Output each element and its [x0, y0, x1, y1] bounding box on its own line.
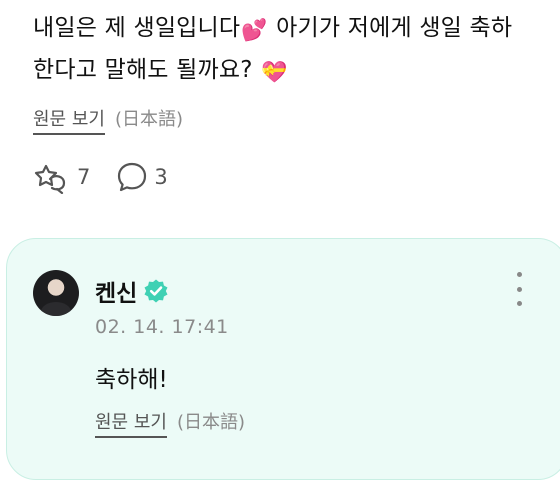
more-dot-icon	[516, 272, 522, 277]
reply-original-language-label: (日本語)	[176, 412, 246, 433]
original-language-label: (日本語)	[114, 109, 184, 130]
avatar[interactable]	[33, 270, 79, 316]
reply-original-row: 원문 보기 (日本語)	[95, 408, 246, 438]
post-text: 내일은 제 생일입니다💕 아기가 저에게 생일 축하한다고 말해도 될까요? 💝	[33, 8, 533, 92]
view-original-link[interactable]: 원문 보기	[33, 105, 105, 135]
reply-view-original-link[interactable]: 원문 보기	[95, 408, 167, 438]
post-original-row: 원문 보기 (日本語)	[33, 105, 184, 135]
reaction-add-icon	[34, 164, 66, 194]
more-dot-icon	[516, 286, 522, 292]
reaction-button[interactable]: 7	[33, 160, 90, 194]
comment-bubble-icon	[118, 162, 147, 192]
reply-text: 축하해!	[95, 367, 168, 393]
reply-card	[6, 238, 560, 480]
post-actions: 7 3	[33, 160, 168, 194]
more-dot-icon	[516, 301, 522, 306]
reply-timestamp: 02. 14. 17:41	[95, 316, 229, 338]
comment-button[interactable]: 3	[116, 161, 168, 193]
gift-heart-emoji: 💝	[261, 60, 288, 84]
author-name[interactable]: 켄신	[95, 274, 137, 308]
reaction-count: 7	[77, 165, 91, 189]
more-options-button[interactable]	[511, 272, 527, 306]
two-hearts-emoji: 💕	[241, 18, 268, 42]
reply-author-row: 켄신	[95, 274, 169, 308]
verified-badge-icon	[144, 279, 168, 303]
comment-count: 3	[154, 165, 168, 189]
post-text-part1: 내일은 제 생일입니다	[33, 15, 241, 41]
